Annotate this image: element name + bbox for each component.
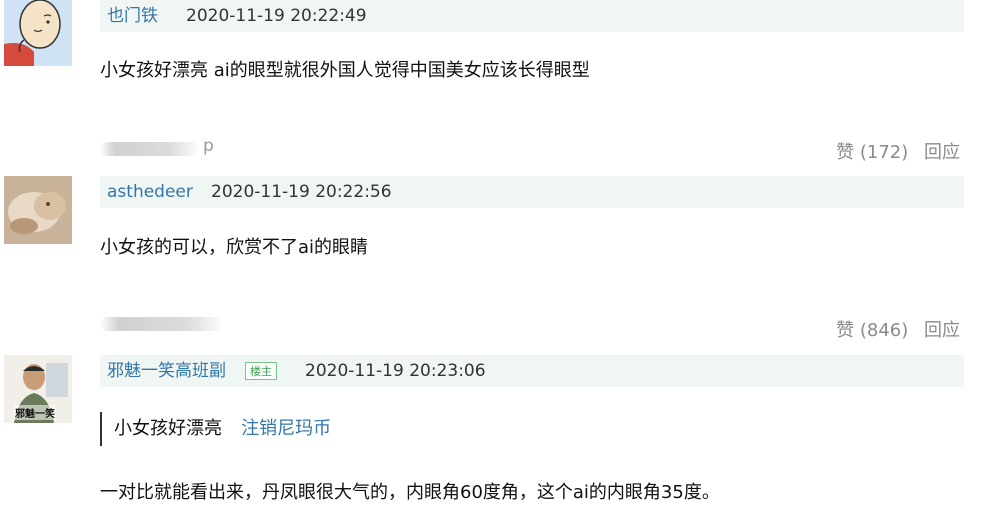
comment-actions: 赞 (172) 回应 (836, 138, 960, 164)
comment-author-link[interactable]: asthedeer (107, 176, 193, 208)
comment-text: 小女孩好漂亮 ai的眼型就很外国人觉得中国美女应该长得眼型 (100, 60, 590, 81)
blurred-reply-username (100, 313, 230, 335)
avatar[interactable] (4, 0, 72, 66)
comment-timestamp: 2020-11-19 20:22:56 (211, 182, 392, 202)
blurred-reply-username: p (100, 136, 220, 160)
quoted-comment: 小女孩好漂亮 注销尼玛币 (100, 412, 331, 446)
avatar-caption: 邪魅一笑 (14, 405, 56, 420)
comment-text: 小女孩的可以，欣赏不了ai的眼睛 (100, 237, 369, 258)
comment-author-link[interactable]: 邪魅一笑高班副 (107, 355, 226, 387)
reply-button[interactable]: 回应 (924, 320, 960, 341)
comment-meta-bar: asthedeer 2020-11-19 20:22:56 (100, 176, 964, 208)
avatar-cartoon-face-icon (4, 0, 72, 66)
comment-timestamp: 2020-11-19 20:22:49 (186, 6, 367, 26)
op-badge: 楼主 (245, 362, 277, 380)
reply-button[interactable]: 回应 (924, 142, 960, 163)
comment-author-link[interactable]: 也门铁 (107, 0, 158, 32)
comment-meta-bar: 也门铁 2020-11-19 20:22:49 (100, 0, 964, 32)
comment-text: 一对比就能看出来，丹凤眼很大气的，内眼角60度角，这个ai的内眼角35度。 (100, 482, 720, 503)
avatar-deer-photo-icon (4, 176, 72, 244)
quoted-author-link[interactable]: 注销尼玛币 (241, 418, 331, 439)
like-button[interactable]: 赞 (172) (836, 142, 908, 163)
quoted-text: 小女孩好漂亮 (114, 418, 222, 439)
avatar[interactable]: 邪魅一笑 (4, 355, 72, 423)
comment-meta-bar: 邪魅一笑高班副 楼主 2020-11-19 20:23:06 (100, 355, 964, 387)
blurred-username-tail: p (203, 136, 214, 156)
comment-actions: 赞 (846) 回应 (836, 316, 960, 342)
avatar[interactable] (4, 176, 72, 244)
comment-timestamp: 2020-11-19 20:23:06 (305, 361, 486, 381)
like-button[interactable]: 赞 (846) (836, 320, 908, 341)
